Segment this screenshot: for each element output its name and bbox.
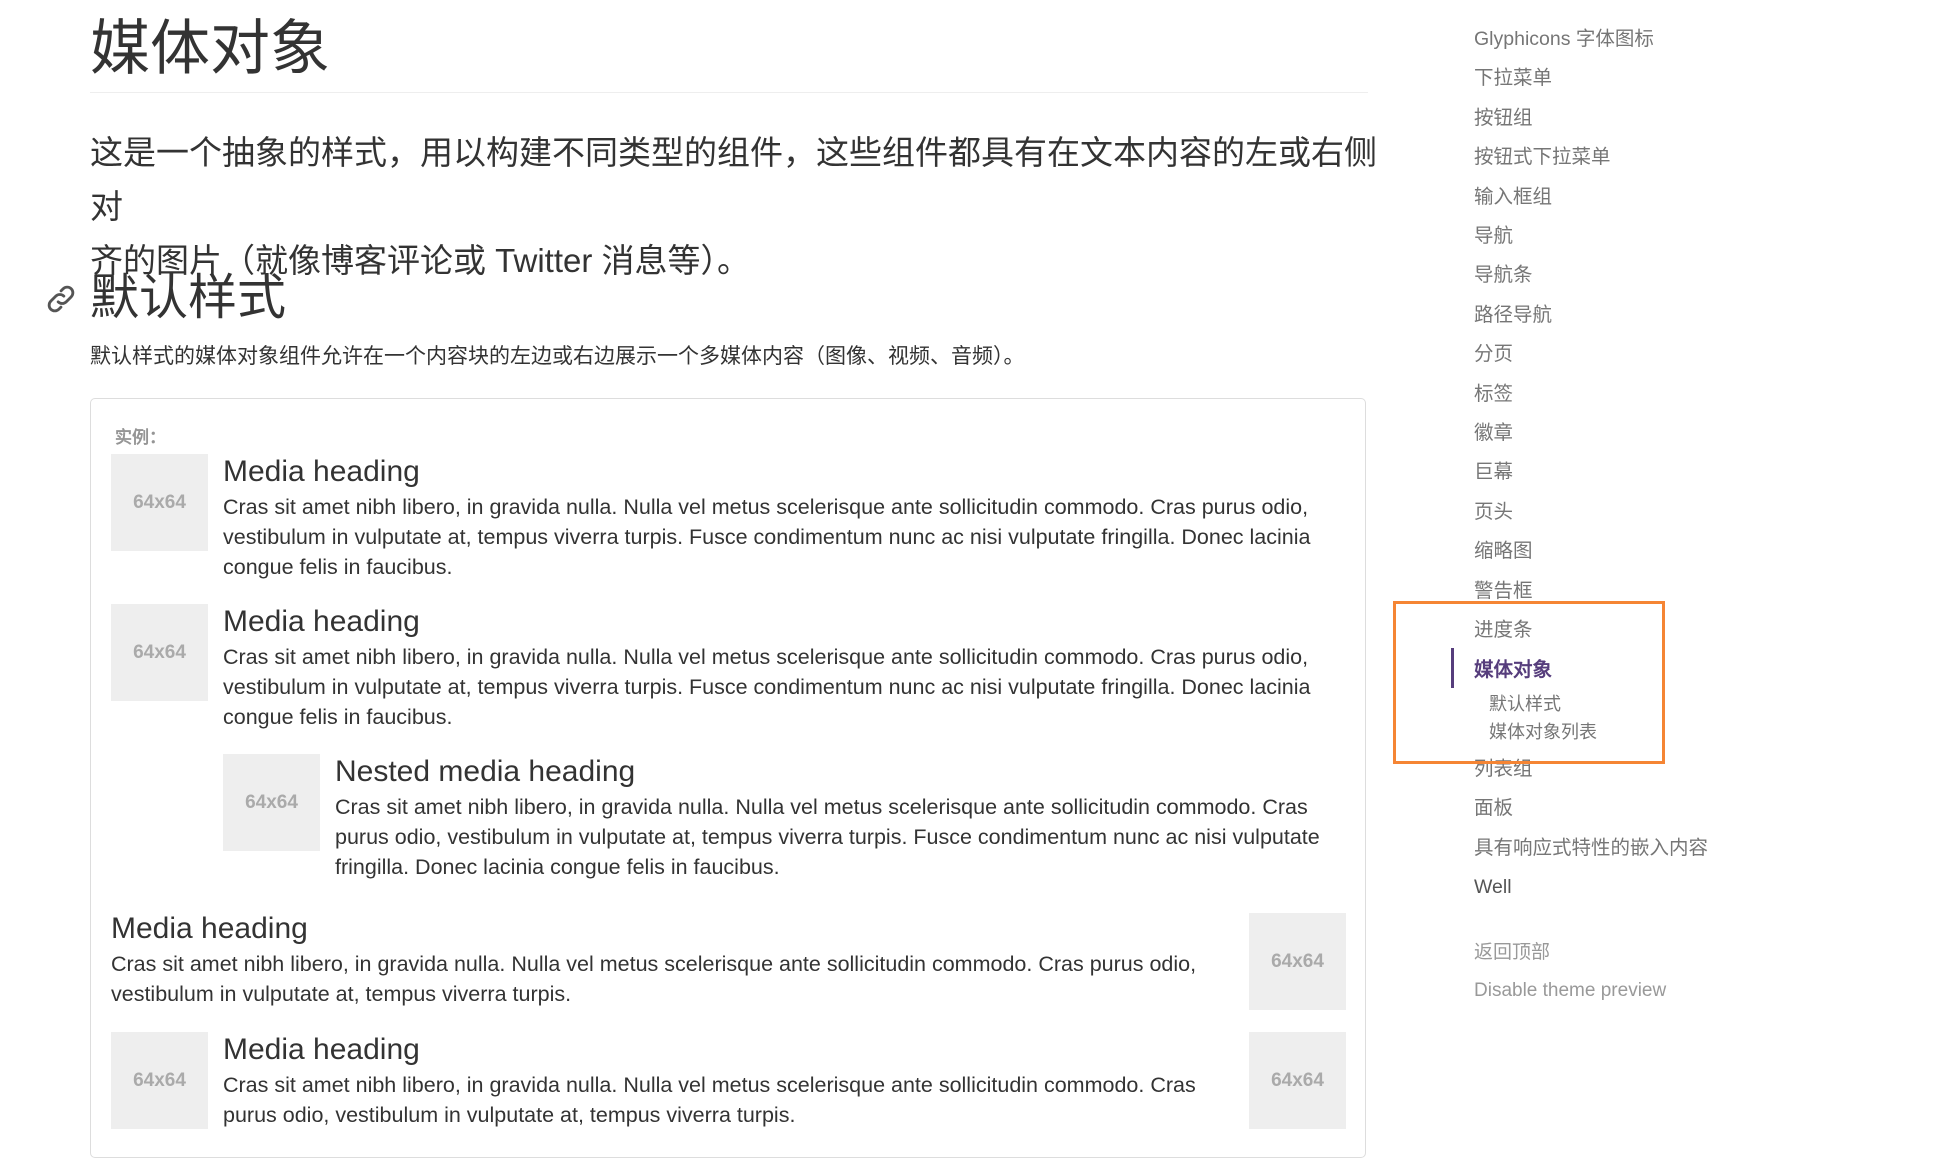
media-item: 64x64 Media heading Cras sit amet nibh l…	[111, 454, 1346, 582]
nav-item-button-groups[interactable]: 按钮组	[1472, 99, 1772, 138]
media-thumbnail: 64x64	[1249, 1032, 1346, 1129]
example-box: 实例： 64x64 Media heading Cras sit amet ni…	[90, 398, 1366, 1158]
nav-item-glyphicons[interactable]: Glyphicons 字体图标	[1472, 20, 1772, 59]
nested-media-item: 64x64 Nested media heading Cras sit amet…	[223, 754, 1346, 882]
title-divider	[90, 92, 1368, 93]
example-label: 实例：	[115, 428, 166, 447]
lead-line-1: 这是一个抽象的样式，用以构建不同类型的组件，这些组件都具有在文本内容的左或右侧对	[90, 134, 1377, 225]
media-heading: Nested media heading	[335, 755, 636, 788]
media-heading: Media heading	[223, 455, 420, 488]
nav-item-page-header[interactable]: 页头	[1472, 493, 1772, 532]
media-text: Cras sit amet nibh libero, in gravida nu…	[223, 645, 1311, 729]
media-item: 64x64 Media heading Cras sit amet nibh l…	[111, 1032, 1346, 1130]
media-body: Media heading Cras sit amet nibh libero,…	[223, 604, 1346, 732]
disable-theme-link[interactable]: Disable theme preview	[1474, 972, 1666, 1010]
highlight-annotation	[1393, 601, 1665, 764]
nav-item-navbar[interactable]: 导航条	[1472, 256, 1772, 295]
nav-item-responsive-embed[interactable]: 具有响应式特性的嵌入内容	[1472, 829, 1772, 868]
page-title: 媒体对象	[90, 15, 330, 82]
nav-item-input-groups[interactable]: 输入框组	[1472, 178, 1772, 217]
nav-item-wells[interactable]: Well	[1472, 868, 1772, 907]
link-icon[interactable]	[44, 282, 78, 316]
media-body: Media heading Cras sit amet nibh libero,…	[223, 454, 1346, 582]
section-title: 默认样式	[90, 271, 287, 325]
section-description: 默认样式的媒体对象组件允许在一个内容块的左边或右边展示一个多媒体内容（图像、视频…	[90, 345, 1025, 368]
media-text: Cras sit amet nibh libero, in gravida nu…	[111, 952, 1197, 1006]
nav-item-pagination[interactable]: 分页	[1472, 335, 1772, 374]
nav-item-button-dropdowns[interactable]: 按钮式下拉菜单	[1472, 138, 1772, 177]
media-thumbnail: 64x64	[111, 604, 208, 701]
nav-item-thumbnails[interactable]: 缩略图	[1472, 532, 1772, 571]
media-item: 64x64 Media heading Cras sit amet nibh l…	[111, 604, 1346, 732]
media-thumbnail: 64x64	[1249, 913, 1346, 1010]
nav-item-jumbotron[interactable]: 巨幕	[1472, 453, 1772, 492]
media-heading: Media heading	[223, 605, 420, 638]
nav-item-breadcrumbs[interactable]: 路径导航	[1472, 296, 1772, 335]
nav-item-panels[interactable]: 面板	[1472, 789, 1772, 828]
side-navigation: Glyphicons 字体图标 下拉菜单 按钮组 按钮式下拉菜单 输入框组 导航…	[1472, 20, 1772, 908]
media-thumbnail: 64x64	[223, 754, 320, 851]
back-to-top-link[interactable]: 返回顶部	[1474, 934, 1666, 972]
nav-item-dropdowns[interactable]: 下拉菜单	[1472, 59, 1772, 98]
media-heading: Media heading	[111, 912, 308, 945]
media-text: Cras sit amet nibh libero, in gravida nu…	[223, 495, 1311, 579]
media-item: Media heading Cras sit amet nibh libero,…	[111, 911, 1346, 1010]
lead-paragraph: 这是一个抽象的样式，用以构建不同类型的组件，这些组件都具有在文本内容的左或右侧对…	[90, 126, 1380, 288]
media-body: Media heading Cras sit amet nibh libero,…	[223, 1032, 1211, 1130]
media-thumbnail: 64x64	[111, 1032, 208, 1129]
nav-item-navs[interactable]: 导航	[1472, 217, 1772, 256]
media-text: Cras sit amet nibh libero, in gravida nu…	[223, 1073, 1196, 1127]
media-text: Cras sit amet nibh libero, in gravida nu…	[335, 795, 1320, 879]
nav-item-badges[interactable]: 徽章	[1472, 414, 1772, 453]
media-body: Nested media heading Cras sit amet nibh …	[335, 754, 1346, 882]
nav-footer: 返回顶部 Disable theme preview	[1474, 934, 1666, 1010]
media-heading: Media heading	[223, 1033, 420, 1066]
nav-item-labels[interactable]: 标签	[1472, 375, 1772, 414]
media-body: Media heading Cras sit amet nibh libero,…	[111, 911, 1211, 1009]
media-thumbnail: 64x64	[111, 454, 208, 551]
main-content: 媒体对象 这是一个抽象的样式，用以构建不同类型的组件，这些组件都具有在文本内容的…	[47, 0, 1377, 1158]
